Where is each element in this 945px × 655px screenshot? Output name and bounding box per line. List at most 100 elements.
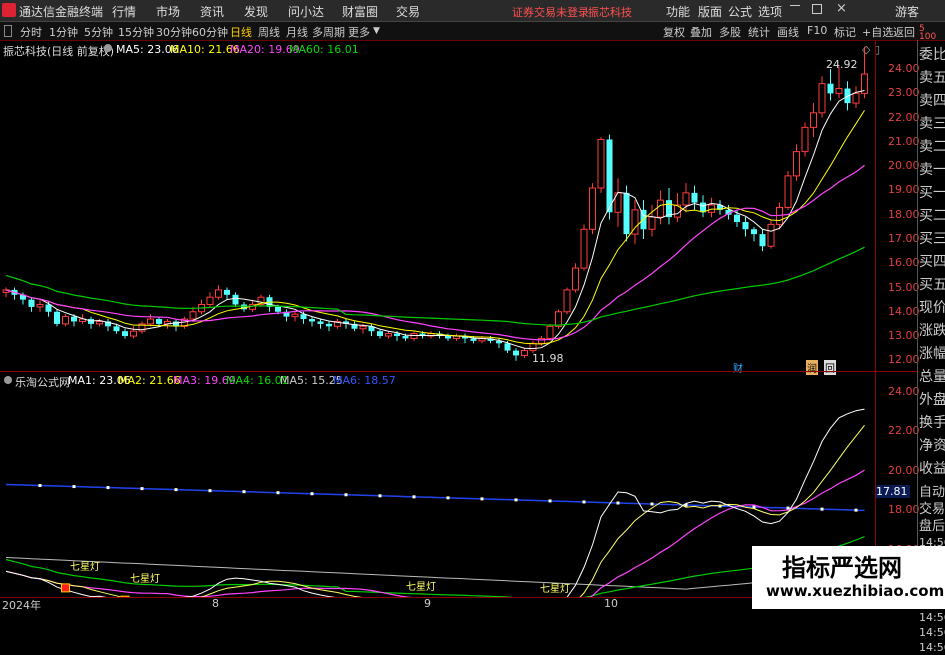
candle (113, 326, 120, 332)
y-tick-label: 22.00 (888, 110, 920, 124)
ma6-dot (548, 499, 552, 503)
candle (835, 88, 843, 94)
candle (555, 311, 562, 327)
sub-y-tick-label: 24.00 (888, 384, 920, 398)
menu-banmian[interactable]: 版面 (698, 3, 722, 20)
trade-login-warning[interactable]: 证券交易未登录 (512, 4, 589, 20)
side-item[interactable]: 现价 (919, 297, 945, 320)
side-item[interactable]: 换手 (919, 412, 945, 435)
menu-xuanxiang[interactable]: 选项 (758, 3, 782, 20)
candle (657, 199, 664, 218)
tab-60min[interactable]: 60分钟 (192, 24, 228, 40)
side-item[interactable]: 自动 (919, 484, 945, 501)
candle (801, 126, 809, 153)
tab-multi-period[interactable]: 多周期 (312, 24, 345, 40)
button-f10[interactable]: F10 (807, 24, 827, 37)
candle (648, 216, 656, 230)
tab-30min[interactable]: 30分钟 (156, 24, 192, 40)
side-item[interactable]: 委比 (919, 44, 945, 67)
guest-label[interactable]: 游客 (895, 3, 919, 20)
side-item[interactable]: 卖四 (919, 90, 945, 113)
button-diejia[interactable]: 叠加 (690, 24, 712, 40)
app-title: 通达信金融终端 (19, 5, 104, 19)
candle (147, 318, 154, 325)
low-price-label: 11.98 (532, 352, 564, 365)
menu-hangqing[interactable]: 行情 (112, 3, 136, 20)
candle (445, 336, 451, 339)
candle (623, 192, 630, 235)
minimize-icon[interactable] (790, 5, 800, 6)
stock-name-tab[interactable]: 振芯科技 (588, 4, 632, 20)
side-item[interactable]: 收益 (919, 458, 945, 481)
candle (377, 331, 383, 337)
candle (96, 320, 103, 325)
side-item[interactable]: 买四 (919, 251, 945, 274)
ma6-dot (106, 486, 110, 490)
tab-monthly[interactable]: 月线 (286, 24, 308, 40)
y-tick-label: 14.00 (888, 304, 920, 318)
candle (810, 112, 817, 128)
tab-weekly[interactable]: 周线 (258, 24, 280, 40)
candle (682, 192, 690, 206)
side-item[interactable]: 买五 (919, 274, 945, 297)
side-item[interactable]: 总量 (919, 366, 945, 389)
panel-toggle-icon[interactable] (4, 25, 12, 37)
button-huaxian[interactable]: 画线 (777, 24, 799, 40)
maximize-icon[interactable] (812, 4, 822, 14)
menu-jiaoyi[interactable]: 交易 (396, 3, 420, 20)
menu-wenxiaoda[interactable]: 问小达 (288, 3, 324, 20)
signal-label-3: 七星灯 (406, 582, 436, 593)
side-item[interactable]: 卖三 (919, 113, 945, 136)
button-biaoji[interactable]: 标记 (834, 24, 856, 40)
indicator-chart[interactable] (0, 372, 875, 597)
ma10-line (5, 110, 865, 345)
main-y-axis: 24.00 23.00 22.00 21.00 20.00 19.00 18.00 17.00… (876, 40, 920, 370)
button-duogu[interactable]: 多股 (719, 24, 741, 40)
signal-label-2: 七星灯 (130, 574, 160, 585)
side-item[interactable]: 买一 (919, 182, 945, 205)
button-fuquan[interactable]: 复权 (663, 24, 685, 40)
side-item[interactable]: 买三 (919, 228, 945, 251)
y-tick-label: 17.00 (888, 231, 920, 245)
candle (521, 350, 528, 356)
tab-1min[interactable]: 1分钟 (49, 24, 78, 40)
menu-zixun[interactable]: 资讯 (200, 3, 224, 20)
menu-gongneng[interactable]: 功能 (666, 3, 690, 20)
side-item[interactable]: 卖一 (919, 159, 945, 182)
button-add-watchlist[interactable]: +自选 (862, 24, 893, 40)
y-tick-label: 23.00 (888, 86, 920, 100)
tab-15min[interactable]: 15分钟 (118, 24, 154, 40)
tab-daily[interactable]: 日线 (230, 24, 252, 40)
close-icon[interactable]: × (836, 1, 847, 16)
side-item[interactable]: 净资 (919, 435, 945, 458)
y-tick-label: 15.00 (888, 280, 920, 294)
ma6-dot (616, 501, 620, 505)
side-item[interactable]: 涨幅 (919, 343, 945, 366)
menu-gongshi[interactable]: 公式 (728, 3, 752, 20)
tab-5min[interactable]: 5分钟 (84, 24, 113, 40)
side-item[interactable]: 涨跌 (919, 320, 945, 343)
candle (224, 289, 230, 295)
side-item[interactable]: 卖二 (919, 136, 945, 159)
ma6-dot (514, 498, 518, 502)
menu-caifuquan[interactable]: 财富圈 (342, 3, 378, 20)
tab-fenshi[interactable]: 分时 (20, 24, 42, 40)
y-tick-label: 16.00 (888, 256, 920, 270)
side-item[interactable]: 买二 (919, 205, 945, 228)
x-label-sep: 9 (424, 597, 431, 610)
tab-more[interactable]: 更多 (348, 24, 370, 40)
side-item[interactable]: 交易 (919, 501, 945, 518)
menu-shichang[interactable]: 市场 (156, 3, 180, 20)
side-item[interactable]: 外盘 (919, 389, 945, 412)
side-time: 14:56 (919, 641, 945, 654)
candlestick-chart[interactable] (0, 40, 875, 370)
more-chevron-icon[interactable]: ▼ (373, 26, 380, 36)
ma6-dot (276, 491, 280, 495)
button-tongji[interactable]: 统计 (748, 24, 770, 40)
side-item[interactable]: 盘后 (919, 518, 945, 535)
side-item[interactable]: 卖五 (919, 67, 945, 90)
sub-y-tick-label: 18.00 (888, 503, 920, 517)
menu-faxian[interactable]: 发现 (244, 3, 268, 20)
candle-series (2, 46, 868, 361)
button-back[interactable]: 返回 (893, 24, 915, 40)
